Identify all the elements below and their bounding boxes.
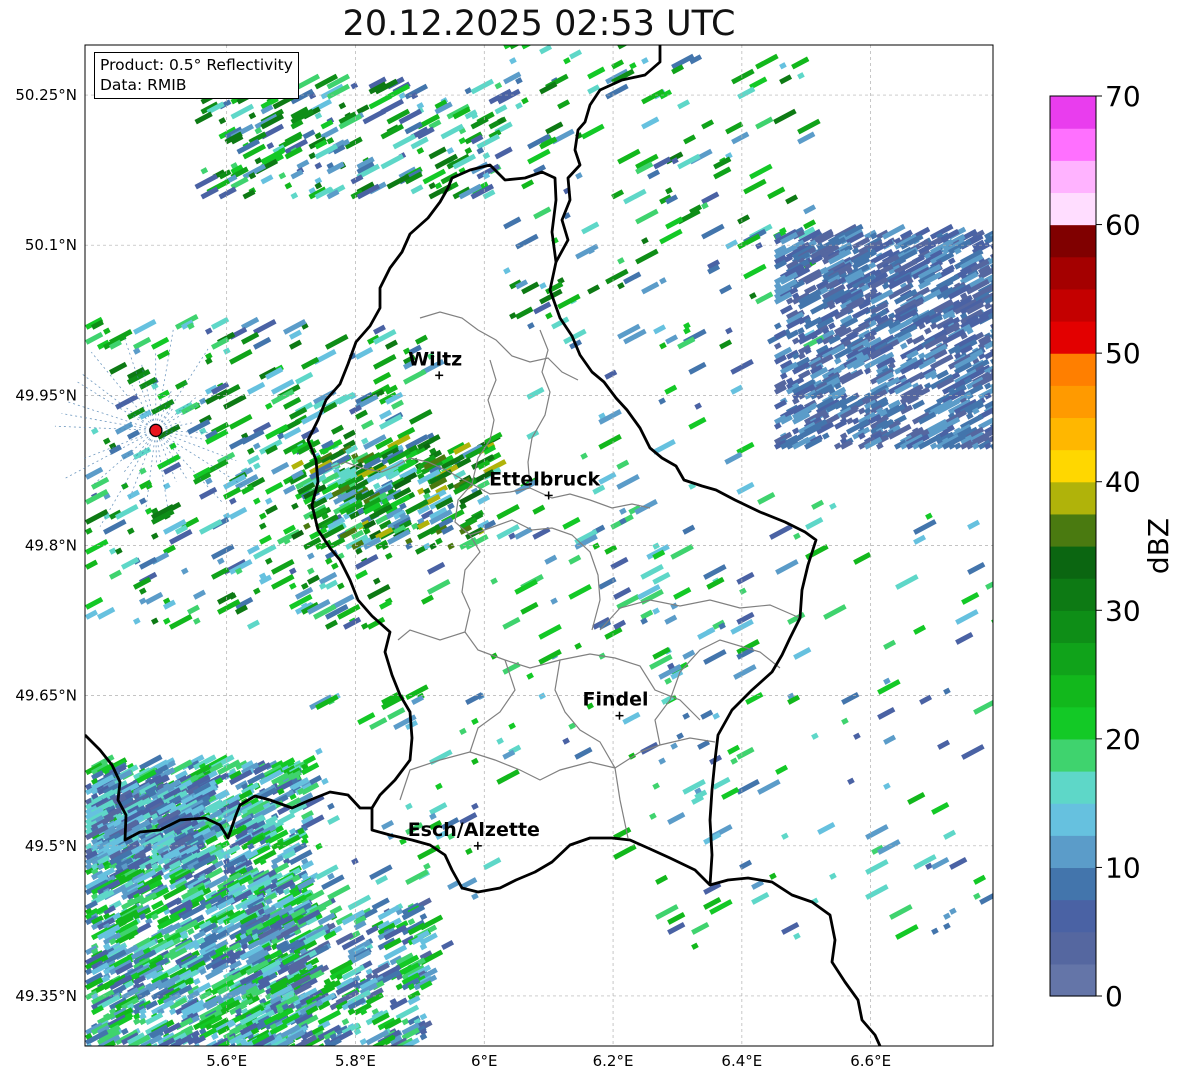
colorbar-segment — [1050, 899, 1096, 933]
lon-tick-label: 5.8°E — [335, 1052, 376, 1070]
colorbar-segment — [1050, 224, 1096, 258]
colorbar-segment — [1050, 513, 1096, 547]
colorbar-segment — [1050, 96, 1096, 129]
colorbar-segment — [1050, 449, 1096, 483]
colorbar-segment — [1050, 256, 1096, 290]
colorbar-segment — [1050, 706, 1096, 740]
colorbar-segment — [1050, 481, 1096, 515]
colorbar-tick-label: 60 — [1105, 209, 1141, 242]
lat-tick-label: 49.8°N — [25, 537, 77, 555]
lon-tick-label: 6.2°E — [593, 1052, 634, 1070]
colorbar-segment — [1050, 353, 1096, 386]
colorbar-segment — [1050, 674, 1096, 708]
city-label: Findel — [582, 689, 648, 711]
radar-echo-cell — [990, 313, 993, 330]
colorbar-segment — [1050, 642, 1096, 676]
colorbar-segment — [1050, 160, 1096, 194]
lat-tick-label: 49.65°N — [15, 687, 77, 705]
colorbar-segment — [1050, 288, 1096, 322]
colorbar-segment — [1050, 867, 1096, 901]
lon-tick-label: 6°E — [471, 1052, 498, 1070]
colorbar-tick-label: 10 — [1105, 851, 1141, 884]
lon-tick-label: 6.4°E — [721, 1052, 762, 1070]
radar-echo-cell — [990, 243, 993, 260]
colorbar-tick-label: 40 — [1105, 466, 1141, 499]
colorbar-tick-label: 70 — [1105, 80, 1141, 113]
radar-echo-cell — [990, 318, 993, 335]
colorbar-tick-label: 50 — [1105, 337, 1141, 370]
radar-site-dot — [149, 423, 163, 437]
colorbar-segment — [1050, 321, 1096, 354]
lat-tick-label: 49.35°N — [15, 987, 77, 1005]
radar-echo-cell — [990, 358, 993, 375]
lat-tick-label: 50.25°N — [15, 86, 77, 104]
colorbar-segment — [1050, 385, 1096, 419]
colorbar-tick-label: 0 — [1105, 980, 1123, 1013]
colorbar-tick-label: 20 — [1105, 723, 1141, 756]
city-label: Esch/Alzette — [408, 819, 540, 841]
colorbar-segment — [1050, 417, 1096, 451]
colorbar-segment — [1050, 546, 1096, 579]
lat-tick-label: 49.95°N — [15, 386, 77, 404]
colorbar-segment — [1050, 931, 1096, 965]
data-source-label: Data: RMIB — [100, 76, 187, 94]
colorbar-segment — [1050, 803, 1096, 836]
map-title: 20.12.2025 02:53 UTC — [342, 4, 736, 44]
product-label: Product: 0.5° Reflectivity — [100, 56, 293, 74]
lat-tick-label: 49.5°N — [25, 837, 77, 855]
lon-tick-label: 5.6°E — [206, 1052, 247, 1070]
colorbar-tick-label: 30 — [1105, 594, 1141, 627]
colorbar-segment — [1050, 610, 1096, 644]
colorbar-segment — [1050, 578, 1096, 611]
radar-echo-cell — [990, 323, 993, 340]
radar-echo-cell — [990, 408, 993, 425]
colorbar: 0 10 20 30 40 50 60 70 dBZ — [1049, 80, 1175, 1013]
colorbar-segment — [1050, 835, 1096, 869]
colorbar-segment — [1050, 963, 1096, 997]
city-label: Wiltz — [408, 348, 462, 370]
colorbar-segment — [1050, 192, 1096, 226]
radar-echo-cell — [990, 303, 993, 320]
radar-echo-cell — [990, 283, 993, 300]
info-box: Product: 0.5° Reflectivity Data: RMIB — [94, 52, 299, 99]
colorbar-label: dBZ — [1142, 518, 1175, 574]
colorbar-segment — [1050, 738, 1096, 772]
radar-map[interactable]: 5.6°E 5.8°E 6°E 6.2°E 6.4°E 6.6°E 49.35°N 49.5°… — [0, 0, 1184, 1081]
colorbar-segment — [1050, 771, 1096, 804]
lat-tick-label: 50.1°N — [25, 236, 77, 254]
city-label: Ettelbruck — [489, 468, 600, 490]
colorbar-segment — [1050, 128, 1096, 161]
lon-tick-label: 6.6°E — [850, 1052, 891, 1070]
